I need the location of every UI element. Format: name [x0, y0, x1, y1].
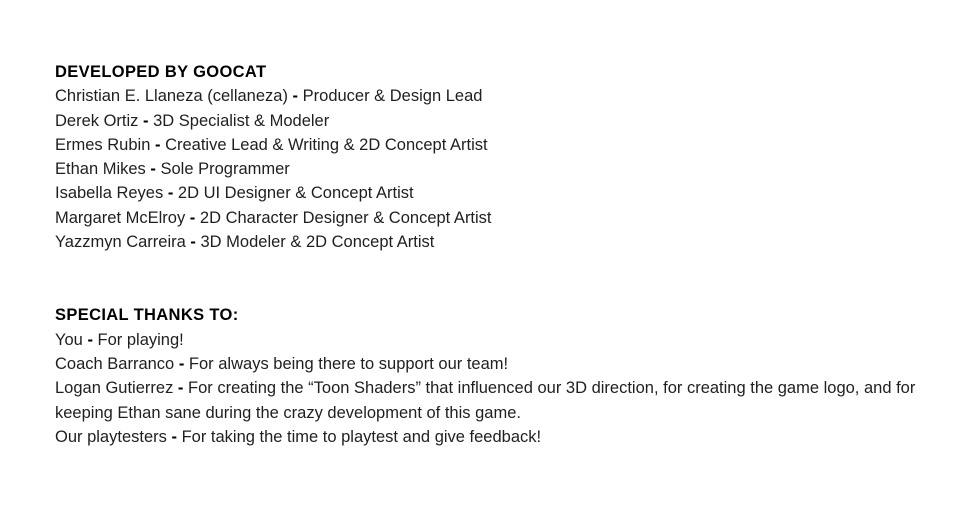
thanks-reason: For playing! — [97, 330, 184, 349]
credit-name: Margaret McElroy — [55, 208, 186, 227]
credit-name: Ermes Rubin — [55, 135, 151, 154]
credit-role: 3D Specialist & Modeler — [153, 111, 330, 130]
separator-dash: - — [189, 208, 196, 227]
credit-name: Christian E. Llaneza (cellaneza) — [55, 87, 288, 106]
thanks-line: You - For playing! — [55, 328, 925, 352]
thanks-name: You — [55, 330, 83, 349]
separator-dash: - — [171, 427, 177, 446]
thanks-reason: For always being there to support our te… — [188, 354, 509, 373]
developers-heading: DEVELOPED BY GOOCAT — [55, 63, 267, 81]
thanks-line: Our playtesters - For taking the time to… — [55, 425, 925, 449]
separator-dash: - — [167, 184, 174, 203]
credit-line: Ermes Rubin - Creative Lead & Writing & … — [55, 133, 925, 157]
credit-line: Margaret McElroy - 2D Character Designer… — [55, 206, 925, 230]
credit-line: Isabella Reyes - 2D UI Designer & Concep… — [55, 181, 925, 205]
separator-dash: - — [87, 330, 93, 349]
thanks-heading: SPECIAL THANKS TO: — [55, 306, 239, 325]
separator-dash: - — [178, 354, 185, 373]
thanks-name: Our playtesters — [55, 427, 167, 446]
credit-line: Christian E. Llaneza (cellaneza) - Produ… — [55, 84, 925, 108]
credit-name: Yazzmyn Carreira — [55, 233, 186, 252]
thanks-line: Logan Gutierrez - For creating the “Toon… — [55, 376, 925, 425]
credit-name: Derek Ortiz — [55, 111, 139, 130]
credits-content: DEVELOPED BY GOOCAT Christian E. Llaneza… — [55, 60, 925, 449]
credit-name: Ethan Mikes — [55, 160, 146, 179]
credit-line: Yazzmyn Carreira - 3D Modeler & 2D Conce… — [55, 230, 925, 254]
credit-role: 2D Character Designer & Concept Artist — [199, 208, 492, 227]
credit-role: 2D UI Designer & Concept Artist — [177, 184, 414, 203]
thanks-reason: For creating the “Toon Shaders” that inf… — [55, 379, 916, 422]
developers-section: DEVELOPED BY GOOCAT Christian E. Llaneza… — [55, 60, 925, 254]
thanks-reason: For taking the time to playtest and give… — [181, 427, 542, 446]
separator-dash: - — [190, 233, 196, 252]
separator-dash: - — [177, 379, 184, 398]
credit-name: Isabella Reyes — [55, 184, 164, 203]
credit-role: Producer & Design Lead — [302, 87, 483, 106]
separator-dash: - — [154, 135, 161, 154]
credit-role: Sole Programmer — [160, 160, 290, 179]
thanks-line: Coach Barranco - For always being there … — [55, 352, 925, 376]
thanks-section: SPECIAL THANKS TO: You - For playing! Co… — [55, 303, 925, 449]
thanks-name: Logan Gutierrez — [55, 379, 174, 398]
separator-dash: - — [150, 160, 156, 179]
separator-dash: - — [292, 87, 299, 106]
credit-role: Creative Lead & Writing & 2D Concept Art… — [165, 135, 488, 154]
thanks-name: Coach Barranco — [55, 354, 175, 373]
credit-line: Derek Ortiz - 3D Specialist & Modeler — [55, 109, 925, 133]
separator-dash: - — [143, 111, 149, 130]
credit-line: Ethan Mikes - Sole Programmer — [55, 157, 925, 181]
credit-role: 3D Modeler & 2D Concept Artist — [200, 233, 435, 252]
